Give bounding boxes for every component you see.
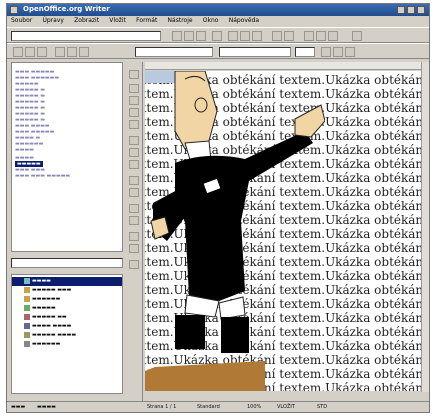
bold-icon[interactable]: [321, 47, 331, 57]
tool-icon[interactable]: [129, 108, 139, 117]
list-item[interactable]: ▬▬▬▬: [15, 147, 34, 153]
tool-icon[interactable]: [129, 244, 139, 253]
font-size-select[interactable]: [295, 47, 315, 57]
style-list-panel: ▬▬▬ ▬▬▬▬▬ ▬▬▬ ▬▬▬▬▬▬ ▬▬▬▬▬ ▬▬▬▬▬ ▬ ▬▬▬▬▬…: [11, 62, 123, 252]
menu-window[interactable]: Okno: [199, 16, 223, 24]
referee-cartoon-image: [145, 71, 325, 391]
object-toolbar: [7, 43, 429, 59]
tool-icon[interactable]: [129, 70, 139, 79]
tool-icon[interactable]: [129, 176, 139, 185]
tool-icon[interactable]: [129, 120, 139, 129]
panel-btn-5-icon[interactable]: [67, 47, 77, 57]
category-select[interactable]: [11, 258, 123, 268]
menu-insert[interactable]: Vložit: [105, 16, 130, 24]
tool-icon[interactable]: [129, 188, 139, 197]
tool-icon[interactable]: [129, 160, 139, 169]
status-mode[interactable]: VLOŽIT: [277, 404, 295, 410]
print-icon[interactable]: [212, 31, 222, 41]
menu-format[interactable]: Formát: [132, 16, 161, 24]
tool-icon[interactable]: [129, 96, 139, 105]
paragraph-style-select[interactable]: [135, 47, 213, 57]
menu-help[interactable]: Nápověda: [225, 16, 263, 24]
window-title: OpenOffice.org Writer: [23, 5, 110, 13]
status-page: Strana 1 / 1: [147, 404, 177, 410]
taskbar-item-1[interactable]: ▬▬▬: [11, 404, 25, 410]
tool-icon[interactable]: [129, 84, 139, 93]
tree-item[interactable]: ▬▬▬▬▬▬: [12, 340, 60, 349]
folder-icon: [24, 295, 30, 302]
copy-icon[interactable]: [240, 31, 250, 41]
menu-tools[interactable]: Nástroje: [164, 16, 197, 24]
tree-item[interactable]: ▬▬▬▬ ▬▬▬▬: [12, 322, 71, 331]
app-icon: [10, 6, 18, 14]
tool-icon[interactable]: [129, 148, 139, 157]
gallery-tree-panel: ▬▬▬▬ ▬▬▬▬▬ ▬▬▬ ▬▬▬▬▬▬ ▬▬▬▬▬ ▬▬▬▬▬ ▬▬ ▬▬▬…: [11, 274, 123, 394]
status-zoom[interactable]: 100%: [247, 404, 261, 410]
vertical-scrollbar[interactable]: [421, 62, 429, 392]
panel-btn-1-icon[interactable]: [13, 47, 23, 57]
document-page[interactable]: obtékání textem.Ukázka obtékání textem.U…: [145, 71, 427, 391]
folder-icon: [24, 331, 30, 338]
folder-icon: [24, 277, 30, 284]
status-selection-mode[interactable]: STD: [317, 404, 327, 410]
status-bar: ▬▬▬ ▬▬▬▬ Strana 1 / 1 Standard 100% VLOŽ…: [7, 401, 429, 412]
maximize-button[interactable]: [407, 6, 415, 14]
tool-icon[interactable]: [129, 136, 139, 145]
status-style: Standard: [197, 404, 220, 410]
url-field[interactable]: [11, 31, 161, 41]
cut-icon[interactable]: [228, 31, 238, 41]
menu-view[interactable]: Zobrazit: [70, 16, 103, 24]
tree-item[interactable]: ▬▬▬▬▬ ▬▬: [12, 313, 67, 322]
underline-icon[interactable]: [345, 47, 355, 57]
tree-item[interactable]: ▬▬▬▬▬ ▬▬▬: [12, 286, 71, 295]
tool-icon[interactable]: [129, 232, 139, 241]
title-bar: OpenOffice.org Writer: [7, 4, 429, 16]
save-icon[interactable]: [196, 31, 206, 41]
tree-item[interactable]: ▬▬▬▬▬ ▬▬▬▬: [12, 331, 76, 340]
navigator-icon[interactable]: [304, 31, 314, 41]
tool-icon[interactable]: [129, 204, 139, 213]
panel-btn-6-icon[interactable]: [79, 47, 89, 57]
panel-btn-2-icon[interactable]: [25, 47, 35, 57]
folder-icon: [24, 340, 30, 347]
menu-bar: Soubor Úpravy Zobrazit Vložit Formát Nás…: [7, 16, 429, 27]
datasource-icon[interactable]: [328, 31, 338, 41]
tree-item-selected[interactable]: ▬▬▬▬: [12, 277, 122, 286]
minimize-button[interactable]: [397, 6, 405, 14]
paste-icon[interactable]: [252, 31, 262, 41]
folder-icon: [24, 322, 30, 329]
tree-item[interactable]: ▬▬▬▬▬: [12, 304, 56, 313]
undo-icon[interactable]: [272, 31, 282, 41]
list-item[interactable]: ▬▬▬ ▬▬▬ ▬▬▬▬▬: [15, 173, 70, 179]
folder-icon: [24, 313, 30, 320]
folder-icon: [24, 304, 30, 311]
panel-btn-4-icon[interactable]: [55, 47, 65, 57]
folder-icon: [24, 286, 30, 293]
tool-icon[interactable]: [129, 260, 139, 269]
font-name-select[interactable]: [219, 47, 291, 57]
menu-file[interactable]: Soubor: [7, 16, 36, 24]
panel-btn-3-icon[interactable]: [37, 47, 47, 57]
redo-icon[interactable]: [284, 31, 294, 41]
function-toolbar: [7, 27, 429, 43]
italic-icon[interactable]: [333, 47, 343, 57]
application-window: OpenOffice.org Writer Soubor Úpravy Zobr…: [6, 3, 430, 413]
new-document-icon[interactable]: [172, 31, 182, 41]
tree-item[interactable]: ▬▬▬▬▬▬: [12, 295, 60, 304]
horizontal-ruler[interactable]: [145, 62, 421, 70]
taskbar-item-2[interactable]: ▬▬▬▬: [37, 404, 56, 410]
main-toolbar: [127, 62, 143, 402]
help-icon[interactable]: [352, 31, 362, 41]
close-button[interactable]: [417, 6, 425, 14]
menu-edit[interactable]: Úpravy: [38, 16, 67, 24]
tool-icon[interactable]: [129, 216, 139, 225]
gallery-icon[interactable]: [316, 31, 326, 41]
open-icon[interactable]: [184, 31, 194, 41]
